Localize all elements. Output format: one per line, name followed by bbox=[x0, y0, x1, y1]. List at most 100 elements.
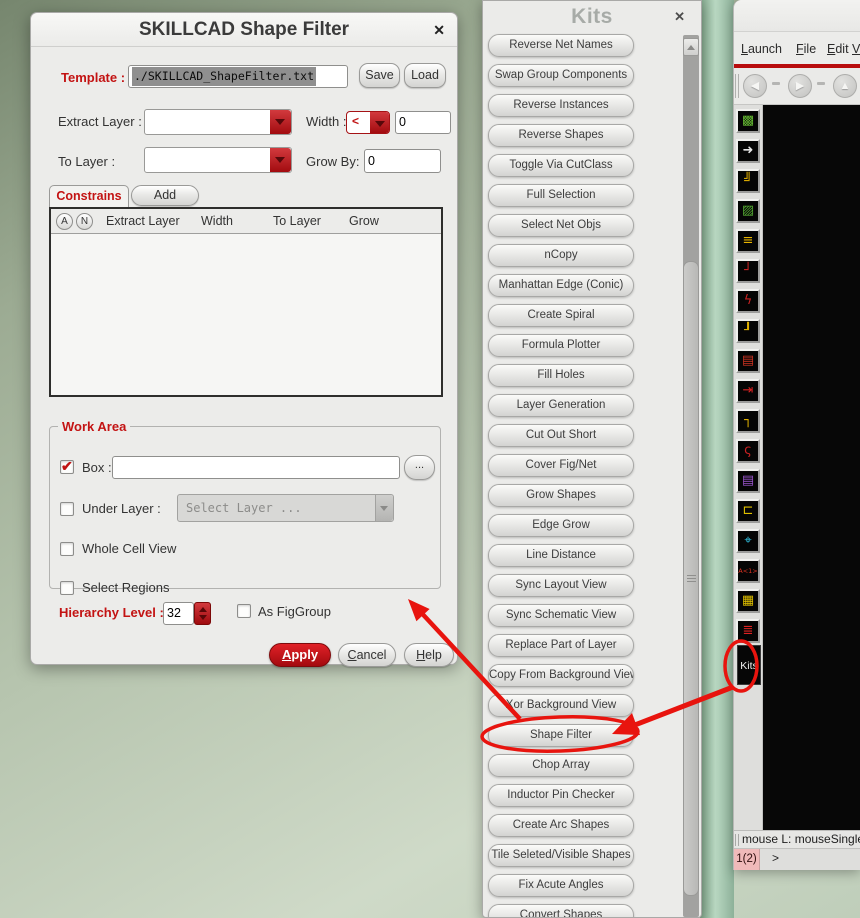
kits-button-formula-plotter[interactable]: Formula Plotter bbox=[488, 334, 634, 357]
kits-button-reverse-instances[interactable]: Reverse Instances bbox=[488, 94, 634, 117]
select-regions-checkbox[interactable] bbox=[60, 581, 74, 595]
width-value-input[interactable]: 0 bbox=[395, 111, 451, 134]
move-shapes-icon[interactable]: ➜ bbox=[736, 139, 760, 163]
scrollbar-up-icon[interactable] bbox=[683, 38, 699, 56]
kits-button-select-net-objs[interactable]: Select Net Objs bbox=[488, 214, 634, 237]
width-operator-dropdown[interactable]: < bbox=[346, 111, 390, 134]
kits-button-ncopy[interactable]: nCopy bbox=[488, 244, 634, 267]
apply-button[interactable]: Apply bbox=[269, 643, 331, 667]
kits-button-cut-out-short[interactable]: Cut Out Short bbox=[488, 424, 634, 447]
column-header-extract-layer: Extract Layer bbox=[106, 214, 180, 228]
close-icon[interactable]: ✕ bbox=[674, 9, 685, 25]
s-path-icon[interactable]: ς bbox=[736, 439, 760, 463]
up-button[interactable]: ▲ bbox=[833, 74, 857, 98]
kits-button-reverse-shapes[interactable]: Reverse Shapes bbox=[488, 124, 634, 147]
hierarchy-spinner[interactable] bbox=[194, 602, 211, 625]
path-step-icon-glyph: ╝ bbox=[744, 173, 752, 188]
chevron-down-icon[interactable] bbox=[270, 110, 291, 134]
under-layer-select[interactable]: Select Layer ... bbox=[177, 494, 394, 522]
tab-constrains[interactable]: Constrains bbox=[49, 185, 129, 207]
kits-button-sync-layout-view[interactable]: Sync Layout View bbox=[488, 574, 634, 597]
extract-layer-dropdown[interactable] bbox=[144, 109, 292, 135]
kits-button-shape-filter[interactable]: Shape Filter bbox=[488, 724, 634, 747]
as-figgroup-checkbox[interactable] bbox=[237, 604, 251, 618]
chevron-down-icon[interactable] bbox=[270, 148, 291, 172]
path-corner-icon[interactable]: ┘ bbox=[736, 259, 760, 283]
box-checkbox[interactable] bbox=[60, 458, 74, 475]
block-array-icon[interactable]: ▦ bbox=[736, 589, 760, 613]
nav-dropdown-dash[interactable] bbox=[772, 82, 780, 85]
layout-canvas[interactable] bbox=[763, 105, 860, 830]
grow-by-label: Grow By: bbox=[306, 154, 360, 169]
menu-launch[interactable]: Launch bbox=[741, 42, 782, 56]
cancel-button[interactable]: Cancel bbox=[338, 643, 396, 667]
toolbar-grip[interactable] bbox=[735, 74, 740, 98]
kits-button-full-selection[interactable]: Full Selection bbox=[488, 184, 634, 207]
chevron-down-icon[interactable] bbox=[375, 495, 393, 521]
desktop-background: SKILLCAD Shape Filter ✕ Template : ./SKI… bbox=[0, 0, 860, 918]
column-a-button[interactable]: A bbox=[56, 213, 73, 230]
layer-pattern-icon[interactable]: ▩ bbox=[736, 109, 760, 133]
hatch-layer-icon[interactable]: ▨ bbox=[736, 199, 760, 223]
kits-button-layer-generation[interactable]: Layer Generation bbox=[488, 394, 634, 417]
hierarchy-level-input[interactable]: 32 bbox=[163, 602, 194, 625]
box-browse-button[interactable]: ... bbox=[404, 455, 435, 480]
text-rows-icon[interactable]: ≣ bbox=[736, 619, 760, 643]
stretch-bars-icon[interactable]: ⇥ bbox=[736, 379, 760, 403]
hierarchy-level-label: Hierarchy Level : bbox=[59, 605, 164, 620]
box-input[interactable] bbox=[112, 456, 400, 479]
kits-button-grow-shapes[interactable]: Grow Shapes bbox=[488, 484, 634, 507]
kits-button-fix-acute-angles[interactable]: Fix Acute Angles bbox=[488, 874, 634, 897]
column-n-button[interactable]: N bbox=[76, 213, 93, 230]
menu-vi[interactable]: Vi bbox=[852, 42, 860, 56]
to-layer-dropdown[interactable] bbox=[144, 147, 292, 173]
kits-button-copy-from-background-view[interactable]: Copy From Background View bbox=[488, 664, 634, 687]
help-button[interactable]: Help bbox=[404, 643, 454, 667]
close-icon[interactable]: ✕ bbox=[433, 22, 445, 38]
kits-button-tile-seleted-visible-shapes[interactable]: Tile Seleted/Visible Shapes bbox=[488, 844, 634, 867]
kits-button-line-distance[interactable]: Line Distance bbox=[488, 544, 634, 567]
whole-cell-view-checkbox[interactable] bbox=[60, 542, 74, 556]
kits-button-create-spiral[interactable]: Create Spiral bbox=[488, 304, 634, 327]
multilayer-rows-icon[interactable]: ▤ bbox=[736, 469, 760, 493]
menu-file[interactable]: File bbox=[796, 42, 816, 56]
kits-button-chop-array[interactable]: Chop Array bbox=[488, 754, 634, 777]
kits-button-convert-shapes[interactable]: Convert Shapes bbox=[488, 904, 634, 917]
pin-search-icon[interactable]: ⌖ bbox=[736, 529, 760, 553]
add-button[interactable]: Add bbox=[131, 185, 199, 206]
step-path-icon[interactable]: ┐ bbox=[736, 409, 760, 433]
chevron-down-icon[interactable] bbox=[370, 112, 389, 133]
kits-button-xor-background-view[interactable]: Xor Background View bbox=[488, 694, 634, 717]
save-button[interactable]: Save bbox=[359, 63, 400, 88]
template-input[interactable]: ./SKILLCAD_ShapeFilter.txt bbox=[128, 65, 348, 88]
grow-by-input[interactable]: 0 bbox=[364, 149, 441, 173]
kits-button-swap-group-components[interactable]: Swap Group Components bbox=[488, 64, 634, 87]
menu-bar: Launch File EditVi bbox=[734, 42, 860, 62]
kits-button-reverse-net-names[interactable]: Reverse Net Names bbox=[488, 34, 634, 57]
path-outline-icon[interactable]: ┚ bbox=[736, 319, 760, 343]
kits-button-cover-fig-net[interactable]: Cover Fig/Net bbox=[488, 454, 634, 477]
index-label-icon[interactable]: A<1> bbox=[736, 559, 760, 583]
back-button[interactable]: ◀ bbox=[743, 74, 767, 98]
double-bend-icon[interactable]: ϟ bbox=[736, 289, 760, 313]
kits-button-edge-grow[interactable]: Edge Grow bbox=[488, 514, 634, 537]
menu-edit[interactable]: Edit bbox=[827, 42, 849, 56]
kits-scrollbar[interactable] bbox=[683, 35, 699, 917]
connector-icon[interactable]: ⊏ bbox=[736, 499, 760, 523]
kits-button-replace-part-of-layer[interactable]: Replace Part of Layer bbox=[488, 634, 634, 657]
scrollbar-thumb[interactable] bbox=[683, 261, 699, 896]
kits-button-create-arc-shapes[interactable]: Create Arc Shapes bbox=[488, 814, 634, 837]
kits-button-toggle-via-cutclass[interactable]: Toggle Via CutClass bbox=[488, 154, 634, 177]
kits-button-manhattan-edge-conic[interactable]: Manhattan Edge (Conic) bbox=[488, 274, 634, 297]
kits-button-fill-holes[interactable]: Fill Holes bbox=[488, 364, 634, 387]
load-button[interactable]: Load bbox=[404, 63, 446, 88]
bus-rows-icon[interactable]: ▤ bbox=[736, 349, 760, 373]
kits-toolbar-button[interactable]: Kits bbox=[737, 645, 761, 685]
kits-button-inductor-pin-checker[interactable]: Inductor Pin Checker bbox=[488, 784, 634, 807]
under-layer-checkbox[interactable] bbox=[60, 502, 74, 516]
nav-dropdown-dash[interactable] bbox=[817, 82, 825, 85]
forward-button[interactable]: ▶ bbox=[788, 74, 812, 98]
path-step-icon[interactable]: ╝ bbox=[736, 169, 760, 193]
kits-button-sync-schematic-view[interactable]: Sync Schematic View bbox=[488, 604, 634, 627]
layer-stack-icon[interactable]: ≡ bbox=[736, 229, 760, 253]
